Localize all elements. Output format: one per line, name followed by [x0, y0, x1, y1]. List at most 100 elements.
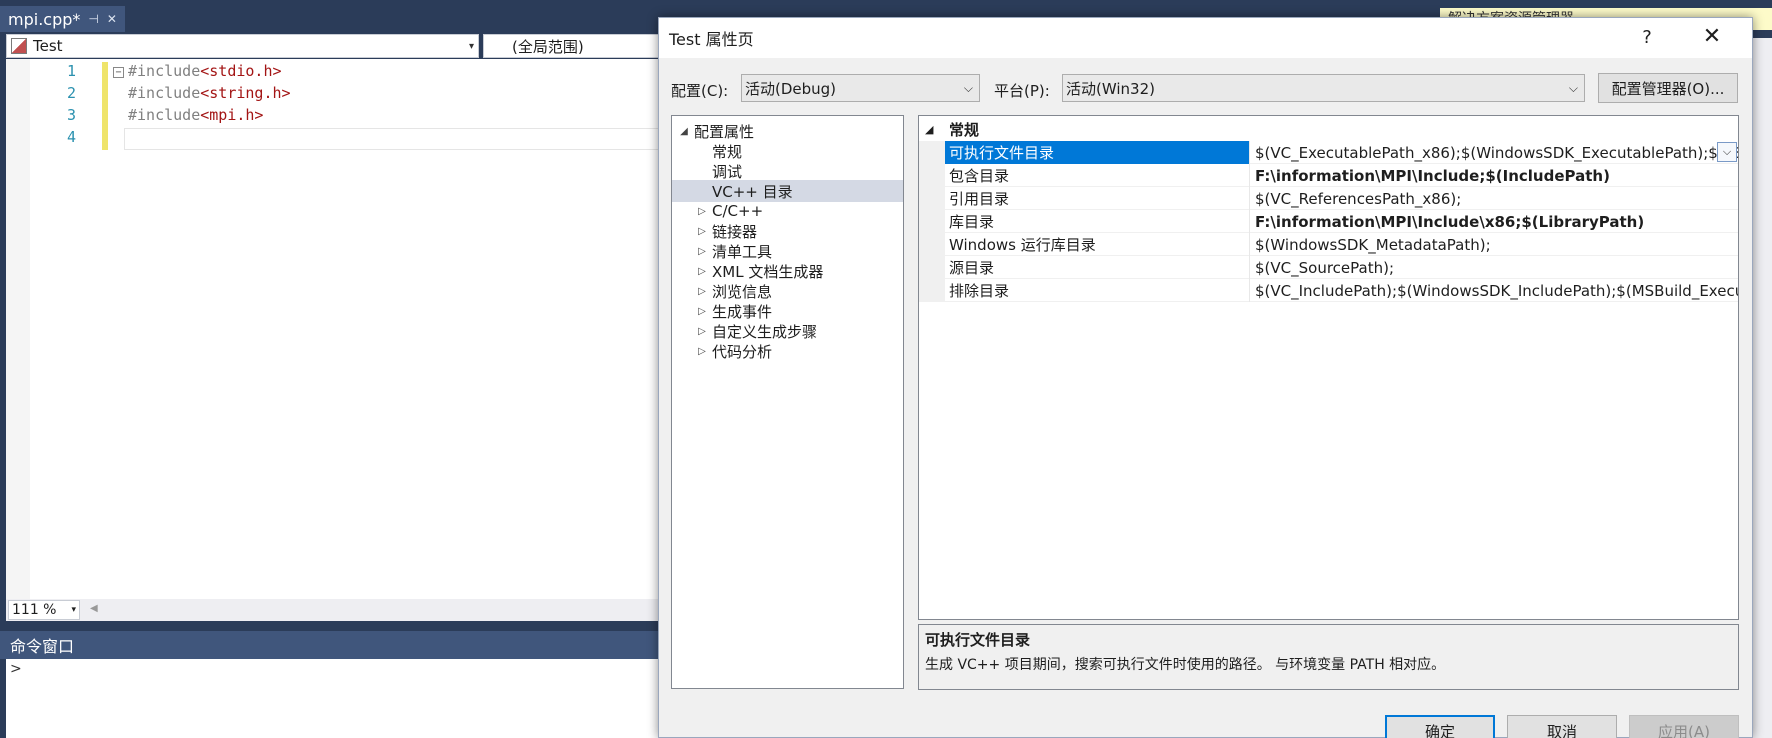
expanded-arrow-icon[interactable]: ◢: [925, 123, 933, 136]
property-name: 排除目录: [945, 279, 1250, 302]
tree-item-xml-doc-generator[interactable]: ▷ XML 文档生成器: [672, 260, 903, 282]
change-indicator: [102, 84, 108, 106]
collapsed-arrow-icon[interactable]: ▷: [696, 246, 708, 257]
tree-item-browse-information[interactable]: ▷ 浏览信息: [672, 280, 903, 302]
expanded-arrow-icon[interactable]: ◢: [678, 126, 690, 137]
tree-item-label: C/C++: [712, 202, 764, 220]
property-value[interactable]: $(VC_ReferencesPath_x86);: [1251, 187, 1738, 210]
tree-item-vc-directories[interactable]: VC++ 目录: [672, 180, 903, 202]
project-dropdown[interactable]: Test ▾: [6, 34, 479, 58]
zoom-dropdown[interactable]: 111 % ▾: [8, 600, 80, 620]
chevron-down-icon: ▾: [71, 605, 76, 615]
chevron-down-icon: ⌵: [1568, 81, 1578, 95]
property-tree[interactable]: ◢ 配置属性 常规 调试 VC++ 目录 ▷ C/C++ ▷ 链接器 ▷ 清单工…: [671, 115, 904, 689]
property-pages-dialog: Test 属性页 ? ✕ 配置(C): 活动(Debug) ⌵ 平台(P): 活…: [658, 17, 1753, 738]
property-value[interactable]: $(VC_ExecutablePath_x86);$(WindowsSDK_Ex…: [1251, 141, 1738, 164]
tree-item-label: 链接器: [712, 222, 758, 241]
close-icon[interactable]: ✕: [107, 12, 117, 26]
property-name: Windows 运行库目录: [945, 233, 1250, 256]
description-panel: 可执行文件目录 生成 VC++ 项目期间，搜索可执行文件时使用的路径。 与环境变…: [918, 624, 1739, 690]
code-line: 1 − #include<stdio.h>: [6, 62, 660, 84]
platform-select-value: 活动(Win32): [1066, 79, 1155, 98]
document-tab-mpi-cpp[interactable]: mpi.cpp* ⊣ ✕: [0, 6, 125, 32]
config-select[interactable]: 活动(Debug) ⌵: [741, 74, 980, 102]
collapsed-arrow-icon[interactable]: ▷: [696, 326, 708, 337]
tree-item-label: VC++ 目录: [712, 182, 793, 201]
property-row-library-directories[interactable]: 库目录 F:\information\MPI\Include\x86;$(Lib…: [919, 210, 1738, 233]
collapsed-arrow-icon[interactable]: ▷: [696, 306, 708, 317]
property-row-exclude-directories[interactable]: 排除目录 $(VC_IncludePath);$(WindowsSDK_Incl…: [919, 279, 1738, 302]
line-number: 1: [66, 62, 76, 80]
tree-item-debugging[interactable]: 调试: [672, 160, 903, 182]
config-manager-button[interactable]: 配置管理器(O)...: [1598, 73, 1738, 103]
property-value[interactable]: $(VC_IncludePath);$(WindowsSDK_IncludePa…: [1251, 279, 1738, 302]
collapse-icon[interactable]: −: [113, 67, 124, 78]
document-tab-strip: mpi.cpp* ⊣ ✕: [0, 0, 660, 32]
row-gutter: [919, 187, 945, 210]
command-window-title: 命令窗口: [0, 631, 660, 659]
property-row-reference-directories[interactable]: 引用目录 $(VC_ReferencesPath_x86);: [919, 187, 1738, 210]
tree-item-linker[interactable]: ▷ 链接器: [672, 220, 903, 242]
change-indicator: [102, 128, 108, 150]
line-number: 4: [66, 128, 76, 146]
description-title: 可执行文件目录: [925, 631, 1031, 649]
property-name: 包含目录: [945, 164, 1250, 187]
chevron-down-icon[interactable]: ⌵: [1717, 142, 1737, 162]
apply-button[interactable]: 应用(A): [1629, 715, 1739, 738]
collapsed-arrow-icon[interactable]: ▷: [696, 286, 708, 297]
side-panel: [1750, 38, 1772, 738]
property-value[interactable]: $(WindowsSDK_MetadataPath);: [1251, 233, 1738, 256]
tree-item-label: 自定义生成步骤: [712, 322, 818, 341]
property-value[interactable]: F:\information\MPI\Include\x86;$(Library…: [1251, 210, 1738, 233]
dialog-title: Test 属性页: [669, 30, 754, 49]
property-grid[interactable]: ◢ 常规 可执行文件目录 $(VC_ExecutablePath_x86);$(…: [918, 115, 1739, 620]
property-row-include-directories[interactable]: 包含目录 F:\information\MPI\Include;$(Includ…: [919, 164, 1738, 187]
code-line-current: 4: [6, 128, 664, 150]
help-button[interactable]: ?: [1632, 24, 1662, 52]
row-gutter: [919, 233, 945, 256]
code-editor[interactable]: 1 − #include<stdio.h> 2 #include<string.…: [6, 59, 664, 599]
tree-item-c-cpp[interactable]: ▷ C/C++: [672, 200, 903, 222]
document-tab-label: mpi.cpp*: [8, 9, 81, 29]
scope-dropdown-label: (全局范围): [512, 37, 584, 56]
tree-item-manifest-tool[interactable]: ▷ 清单工具: [672, 240, 903, 262]
cancel-button[interactable]: 取消: [1507, 715, 1617, 738]
project-dropdown-label: Test: [33, 37, 63, 55]
property-value[interactable]: $(VC_SourcePath);: [1251, 256, 1738, 279]
scroll-left-icon[interactable]: ◀: [90, 603, 98, 614]
property-name: 可执行文件目录: [945, 141, 1250, 164]
property-name: 引用目录: [945, 187, 1250, 210]
chevron-down-icon: ⌵: [963, 81, 973, 95]
close-button[interactable]: ✕: [1694, 24, 1730, 52]
collapsed-arrow-icon[interactable]: ▷: [696, 266, 708, 277]
navigation-bar: Test ▾ (全局范围): [6, 34, 683, 58]
chevron-down-icon: ▾: [468, 40, 474, 52]
scope-dropdown[interactable]: (全局范围): [483, 34, 683, 58]
pin-icon[interactable]: ⊣: [88, 12, 98, 26]
tree-item-label: 代码分析: [712, 342, 773, 361]
change-indicator: [102, 62, 108, 84]
command-window[interactable]: >: [6, 659, 660, 738]
collapsed-arrow-icon[interactable]: ▷: [696, 226, 708, 237]
tree-item-label: XML 文档生成器: [712, 262, 824, 281]
property-row-executable-directories[interactable]: 可执行文件目录 $(VC_ExecutablePath_x86);$(Windo…: [919, 141, 1738, 164]
platform-select[interactable]: 活动(Win32) ⌵: [1062, 74, 1585, 102]
property-row-winrt-library-directories[interactable]: Windows 运行库目录 $(WindowsSDK_MetadataPath)…: [919, 233, 1738, 256]
tree-item-configuration-properties[interactable]: ◢ 配置属性: [672, 120, 903, 142]
category-general[interactable]: ◢ 常规: [919, 118, 1738, 140]
tree-item-build-events[interactable]: ▷ 生成事件: [672, 300, 903, 322]
description-text: 生成 VC++ 项目期间，搜索可执行文件时使用的路径。 与环境变量 PATH 相…: [925, 657, 1446, 673]
tree-item-code-analysis[interactable]: ▷ 代码分析: [672, 340, 903, 362]
property-value[interactable]: F:\information\MPI\Include;$(IncludePath…: [1251, 164, 1738, 187]
tree-item-label: 常规: [712, 142, 743, 161]
tree-item-custom-build-step[interactable]: ▷ 自定义生成步骤: [672, 320, 903, 342]
config-select-value: 活动(Debug): [745, 79, 837, 98]
row-gutter: [919, 141, 945, 164]
property-row-source-directories[interactable]: 源目录 $(VC_SourcePath);: [919, 256, 1738, 279]
collapsed-arrow-icon[interactable]: ▷: [696, 346, 708, 357]
ok-button[interactable]: 确定: [1385, 715, 1495, 738]
command-prompt: >: [10, 661, 22, 677]
code-text: #include<string.h>: [128, 84, 291, 102]
tree-item-general[interactable]: 常规: [672, 140, 903, 162]
collapsed-arrow-icon[interactable]: ▷: [696, 206, 708, 217]
